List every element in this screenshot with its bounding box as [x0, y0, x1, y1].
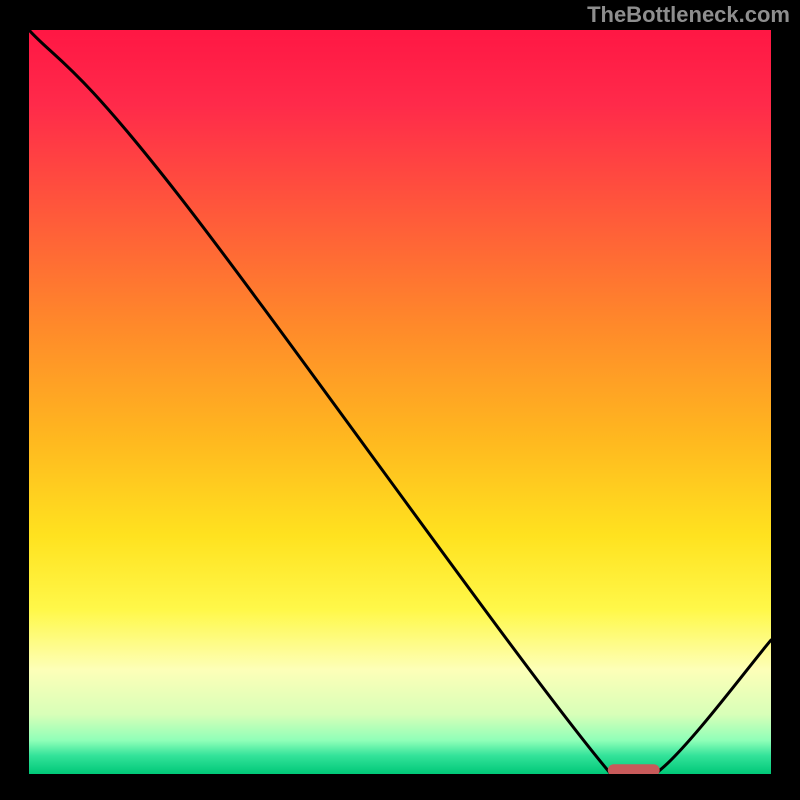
- plot-area: [29, 30, 771, 774]
- optimal-range-marker: [608, 764, 660, 774]
- attribution-label: TheBottleneck.com: [587, 2, 790, 28]
- gradient-background: [29, 30, 771, 774]
- bottleneck-chart: [29, 30, 771, 774]
